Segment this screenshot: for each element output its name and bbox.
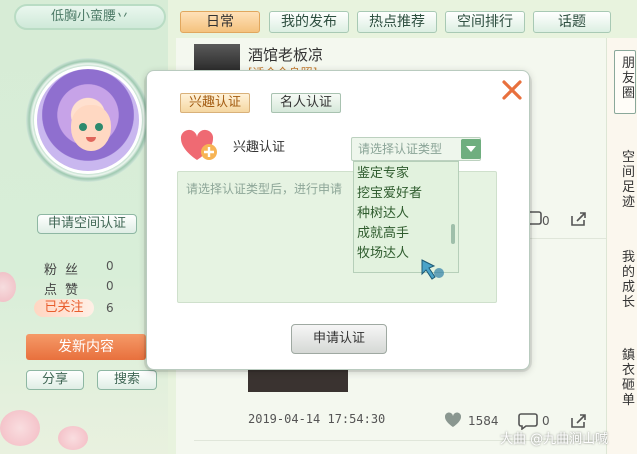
avatar-face xyxy=(71,105,111,151)
avatar[interactable] xyxy=(34,66,142,174)
lotus-decoration xyxy=(0,272,16,302)
tab-celebrity-cert[interactable]: 名人认证 xyxy=(271,93,341,113)
like-count: 1584 xyxy=(468,414,499,428)
stat-following[interactable]: 已关注 6 xyxy=(34,299,124,317)
dropdown-option[interactable]: 种树达人 xyxy=(357,204,409,224)
post-timestamp: 2019-04-14 17:54:30 xyxy=(248,412,386,426)
tab-hot[interactable]: 热点推荐 xyxy=(357,11,437,33)
right-link-misc[interactable]: 鎮衣砸单 xyxy=(622,348,636,408)
avatar-eye xyxy=(79,123,87,131)
tab-my-posts[interactable]: 我的发布 xyxy=(269,11,349,33)
right-link-growth[interactable]: 我的成长 xyxy=(622,250,636,310)
chevron-down-icon[interactable] xyxy=(461,139,481,159)
comment-count: 0 xyxy=(542,214,550,228)
select-placeholder: 请选择认证类型 xyxy=(358,142,443,156)
stat-label: 已关注 xyxy=(34,299,94,317)
lotus-decoration xyxy=(0,410,40,446)
share-icon[interactable] xyxy=(569,210,587,228)
avatar-mouth xyxy=(86,137,96,142)
heart-plus-icon xyxy=(180,129,217,160)
stat-value: 6 xyxy=(106,301,114,315)
apply-space-cert-button[interactable]: 申请空间认证 xyxy=(37,214,137,234)
tab-ranking[interactable]: 空间排行 xyxy=(445,11,525,33)
stat-label: 粉丝 xyxy=(44,263,87,278)
watermark: 大曲 @九曲涧山喊 xyxy=(500,432,609,447)
cursor-icon xyxy=(421,259,444,280)
certification-dialog: 兴趣认证 名人认证 兴趣认证 请选择认证类型后，进行申请 请选择认证类型 鉴定专… xyxy=(146,70,530,370)
main-tabs: 日常 我的发布 热点推荐 空间排行 话题 xyxy=(178,11,618,33)
apply-cert-button[interactable]: 申请认证 xyxy=(291,324,387,354)
cert-type-select[interactable]: 请选择认证类型 xyxy=(351,137,481,161)
dropdown-option[interactable]: 挖宝爱好者 xyxy=(357,184,422,204)
stat-fans[interactable]: 粉丝 0 xyxy=(44,259,114,278)
nickname: 低胸小蛮腰丷 xyxy=(14,4,166,30)
tab-interest-cert[interactable]: 兴趣认证 xyxy=(180,93,250,113)
stat-label: 点赞 xyxy=(44,283,87,298)
stat-value: 0 xyxy=(106,259,114,273)
dropdown-scrollbar[interactable] xyxy=(451,224,455,244)
search-button[interactable]: 搜索 xyxy=(97,370,157,390)
right-link-footprints[interactable]: 空间足迹 xyxy=(622,150,636,210)
feed-author[interactable]: 酒馆老板凉 xyxy=(248,44,323,65)
post-image[interactable] xyxy=(248,370,348,392)
stat-likes[interactable]: 点赞 0 xyxy=(44,279,114,298)
like-icon[interactable] xyxy=(444,412,462,428)
post-new-content-button[interactable]: 发新内容 xyxy=(26,334,146,360)
dropdown-option[interactable]: 鉴定专家 xyxy=(357,164,409,184)
right-link-friends[interactable]: 朋友圈 xyxy=(622,56,636,101)
lotus-decoration xyxy=(58,426,88,450)
comment-count: 0 xyxy=(542,414,550,428)
dropdown-option[interactable]: 牧场达人 xyxy=(357,244,409,264)
stat-value: 0 xyxy=(106,279,114,293)
section-title: 兴趣认证 xyxy=(233,140,286,155)
tab-daily[interactable]: 日常 xyxy=(180,11,260,33)
tab-topics[interactable]: 话题 xyxy=(533,11,611,33)
share-button[interactable]: 分享 xyxy=(26,370,84,390)
close-icon[interactable] xyxy=(499,77,525,103)
dropdown-option[interactable]: 成就高手 xyxy=(357,224,409,244)
profile-sidebar: 低胸小蛮腰丷 申请空间认证 粉丝 0 点赞 0 已关注 6 发新内容 分享 搜索 xyxy=(0,0,168,454)
avatar-eye xyxy=(95,123,103,131)
